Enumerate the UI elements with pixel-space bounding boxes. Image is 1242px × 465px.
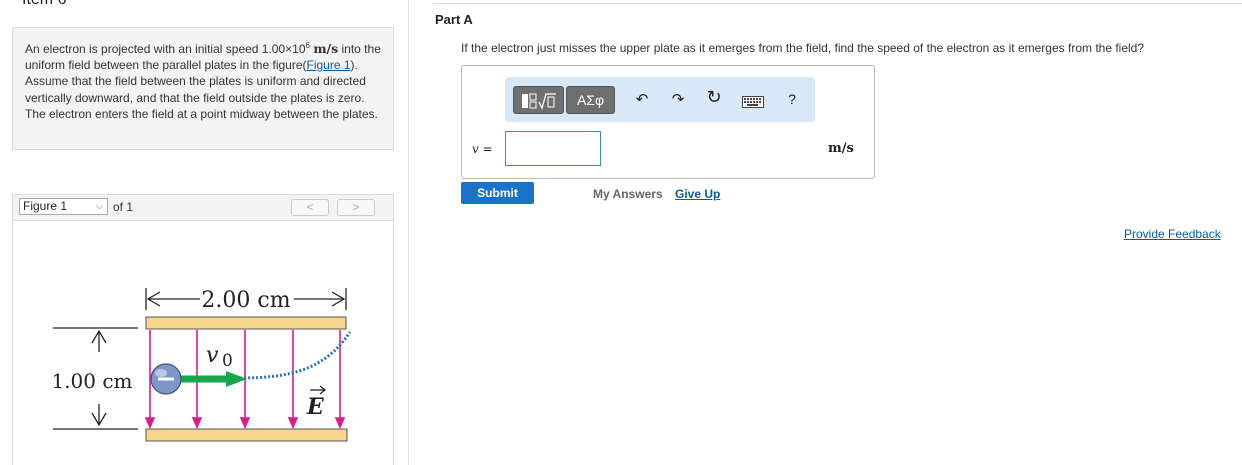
fraction-sqrt-icon xyxy=(519,92,559,111)
help-label: ? xyxy=(788,91,796,107)
chevron-left-icon: < xyxy=(306,200,314,214)
question-text: If the electron just misses the upper pl… xyxy=(461,41,1145,55)
next-figure-button[interactable]: > xyxy=(337,199,375,216)
figure-selector[interactable]: Figure 1 ⌵ xyxy=(19,198,108,215)
field-label: E xyxy=(306,394,325,420)
units: m/s xyxy=(313,41,339,56)
provide-feedback-link[interactable]: Provide Feedback xyxy=(1124,227,1221,241)
unit-label: m/s xyxy=(828,141,854,156)
reset-icon[interactable]: ↻ xyxy=(704,87,724,108)
answer-input[interactable] xyxy=(505,131,601,166)
problem-text-part: An electron is projected with an initial… xyxy=(25,42,306,56)
greek-symbols-button[interactable]: ΑΣφ xyxy=(566,86,615,114)
figure-link[interactable]: Figure 1 xyxy=(307,58,351,72)
figure-selector-value: Figure 1 xyxy=(23,199,68,213)
figure-count: of 1 xyxy=(113,200,134,214)
part-title: Part A xyxy=(435,12,473,27)
height-label: 1.00 cm xyxy=(51,369,132,393)
lower-plate xyxy=(145,428,348,442)
help-button[interactable]: ? xyxy=(782,91,802,107)
problem-text: An electron is projected with an initial… xyxy=(25,38,387,122)
velocity-arrow xyxy=(226,371,247,387)
keyboard-icon[interactable] xyxy=(742,95,764,113)
figure-diagram: 2.00 cm 1.00 cm v 0 E xyxy=(51,288,352,442)
submit-button[interactable]: Submit xyxy=(461,182,534,204)
trajectory-path xyxy=(239,331,352,380)
template-button[interactable] xyxy=(513,86,564,114)
chevron-right-icon: > xyxy=(352,200,360,214)
divider xyxy=(408,0,409,465)
variable-label: v = xyxy=(472,142,493,156)
greek-label: ΑΣφ xyxy=(576,92,605,108)
width-label: 2.00 cm xyxy=(201,288,290,313)
velocity-subscript: 0 xyxy=(222,351,233,371)
redo-icon[interactable]: ↷ xyxy=(668,90,688,108)
chevron-down-icon: ⌵ xyxy=(96,201,103,211)
item-title: Item 6 xyxy=(22,0,66,9)
divider xyxy=(433,3,1242,4)
undo-icon[interactable]: ↶ xyxy=(632,90,652,108)
my-answers-link[interactable]: My Answers xyxy=(593,187,663,201)
exponent: 6 xyxy=(305,41,310,50)
prev-figure-button[interactable]: < xyxy=(291,199,329,216)
velocity-label: v xyxy=(206,343,219,368)
upper-plate xyxy=(145,316,347,330)
give-up-link[interactable]: Give Up xyxy=(675,187,720,201)
